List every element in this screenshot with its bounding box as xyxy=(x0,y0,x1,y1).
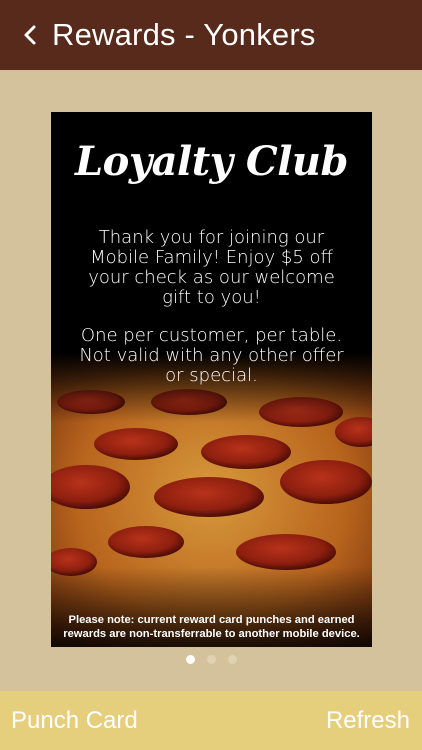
page-dot-2[interactable] xyxy=(206,655,216,664)
welcome-message: Thank you for joining our Mobile Family!… xyxy=(88,227,335,308)
loyalty-card: Loyalty Club Thank you for joining our M… xyxy=(51,112,372,647)
chevron-left-icon[interactable] xyxy=(20,24,42,46)
loyalty-club-title: Loyalty Club xyxy=(75,138,348,185)
transfer-note: Please note: current reward card punches… xyxy=(63,614,360,640)
offer-terms: One per customer, per table. Not valid w… xyxy=(79,325,344,386)
page-dot-3[interactable] xyxy=(227,655,237,664)
footer-bar: Punch Card Refresh xyxy=(0,691,422,750)
page-title: Rewards - Yonkers xyxy=(52,17,316,52)
app-header: Rewards - Yonkers xyxy=(0,0,422,70)
refresh-button[interactable]: Refresh xyxy=(326,691,410,750)
page-indicator xyxy=(0,655,422,664)
page-dot-1[interactable] xyxy=(185,655,195,664)
punch-card-button[interactable]: Punch Card xyxy=(11,691,138,750)
